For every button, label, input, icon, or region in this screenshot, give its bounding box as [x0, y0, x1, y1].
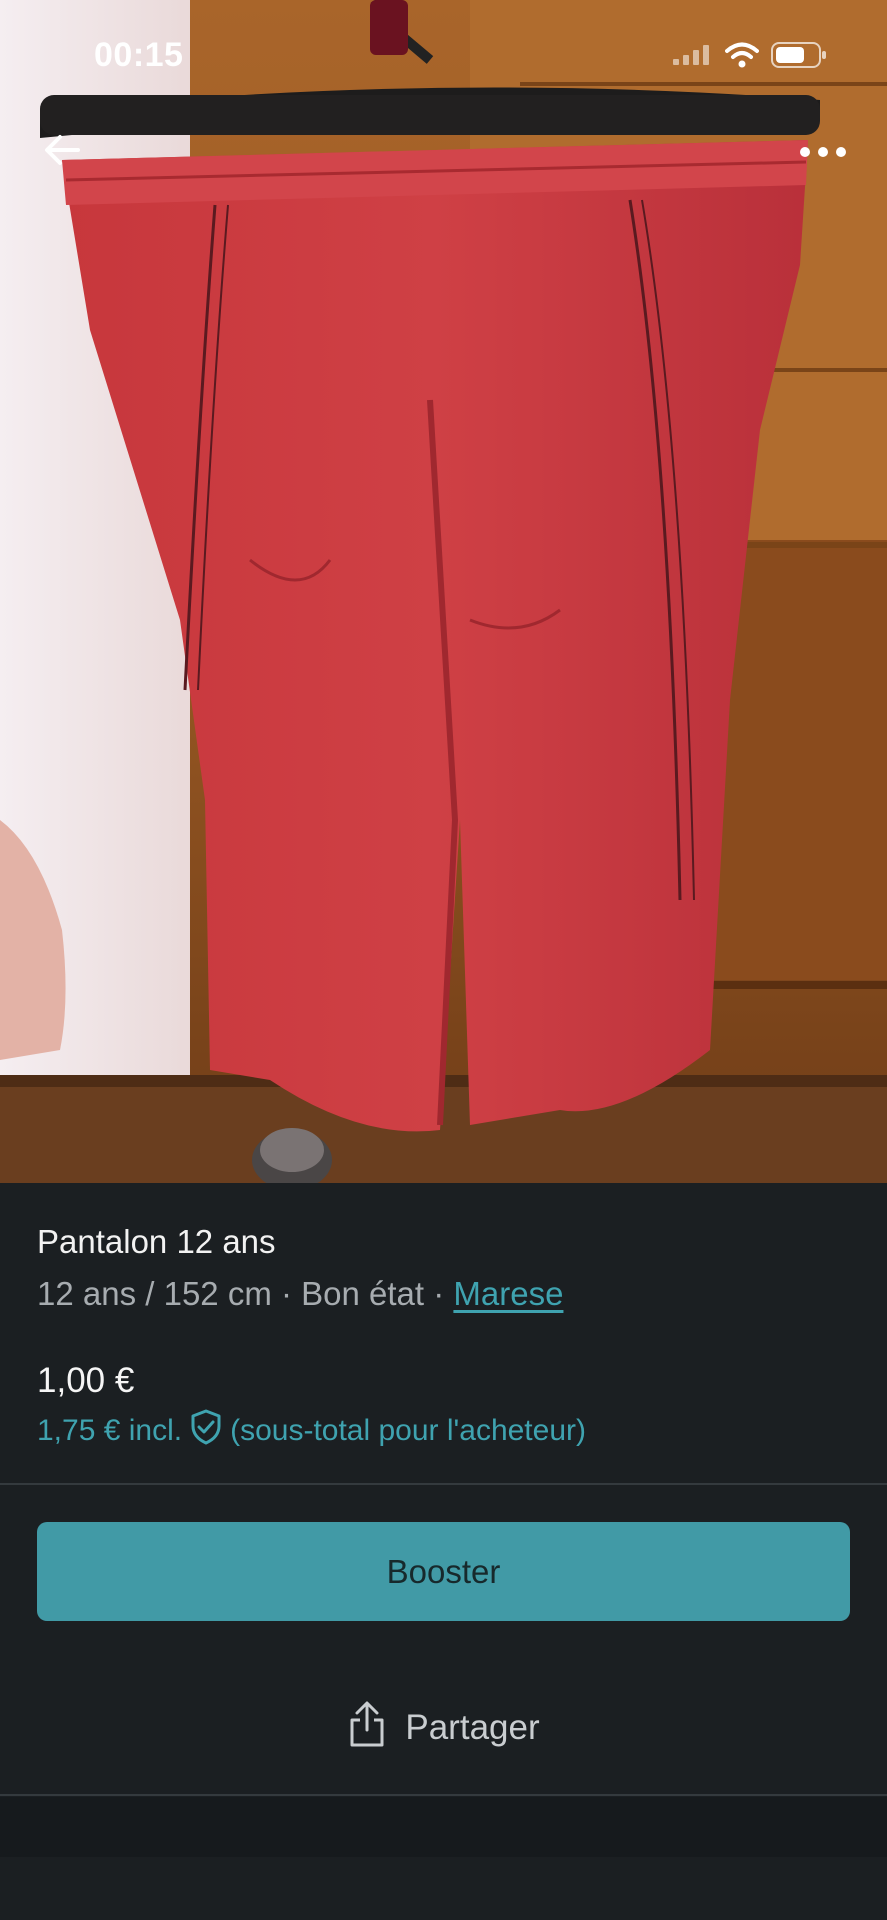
- share-icon: [347, 1700, 387, 1757]
- back-button[interactable]: [36, 126, 88, 178]
- status-time: 00:15: [94, 36, 184, 74]
- divider: [0, 1794, 887, 1796]
- signal-icon: [673, 45, 713, 70]
- item-size: 12 ans / 152 cm: [37, 1275, 272, 1312]
- more-horizontal-icon: [799, 145, 847, 163]
- item-price: 1,00 €: [37, 1361, 135, 1400]
- share-button[interactable]: Partager: [0, 1690, 887, 1766]
- home-indicator-area: [0, 1857, 887, 1920]
- item-photo[interactable]: [0, 0, 887, 1183]
- meta-separator: ·: [271, 1275, 302, 1312]
- price-incl-text: 1,75 € incl.: [37, 1414, 183, 1447]
- meta-separator: ·: [424, 1275, 454, 1312]
- shield-check-icon: [190, 1409, 222, 1453]
- item-detail-screen: 00:15 Pantalon 12 ans 12 ans / 152 cm · …: [0, 0, 887, 1920]
- bottom-bar: [0, 1797, 887, 1857]
- wifi-icon: [725, 42, 759, 73]
- status-icons: [673, 42, 827, 73]
- item-title: Pantalon 12 ans: [37, 1223, 276, 1260]
- more-options-button[interactable]: [793, 134, 853, 174]
- arrow-left-icon: [42, 132, 82, 173]
- divider: [0, 1483, 887, 1485]
- item-meta: 12 ans / 152 cm · Bon état · Marese: [37, 1275, 563, 1313]
- item-details: Pantalon 12 ans 12 ans / 152 cm · Bon ét…: [0, 1183, 887, 1483]
- battery-icon: [771, 42, 827, 73]
- item-condition: Bon état: [301, 1275, 425, 1312]
- share-label: Partager: [405, 1708, 540, 1747]
- brand-link[interactable]: Marese: [453, 1275, 563, 1312]
- booster-button[interactable]: Booster: [37, 1522, 850, 1621]
- price-with-protection[interactable]: 1,75 € incl. (sous-total pour l'acheteur…: [37, 1409, 586, 1453]
- price-note: (sous-total pour l'acheteur): [230, 1414, 586, 1447]
